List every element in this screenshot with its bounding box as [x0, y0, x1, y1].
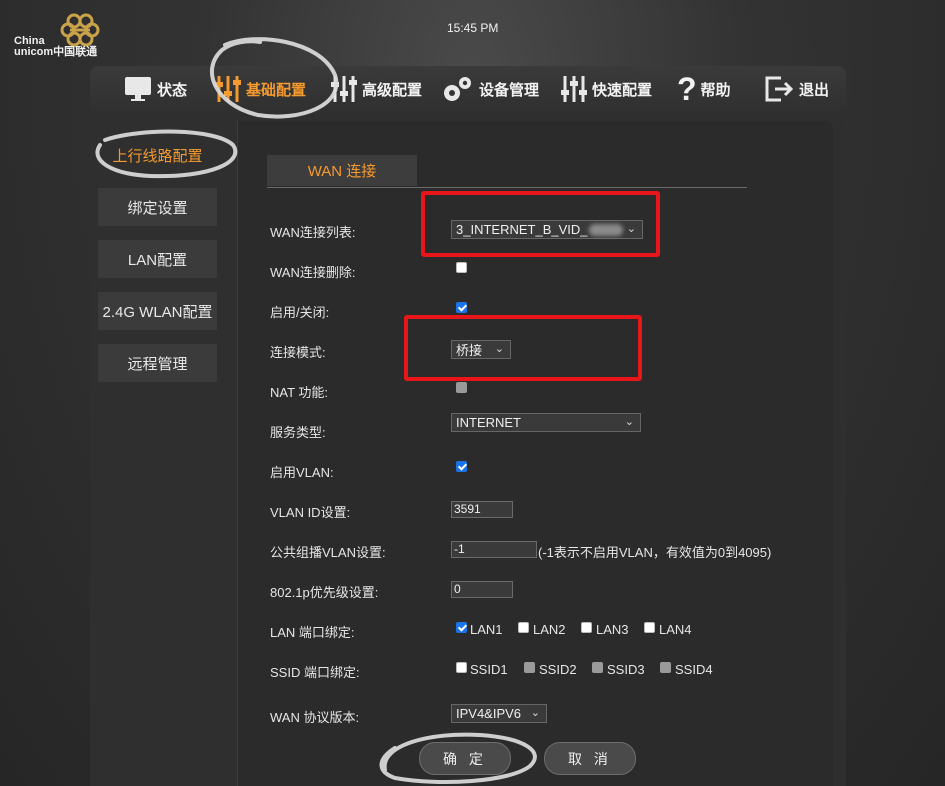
clock: 15:45 PM — [447, 21, 499, 35]
lan2-label: LAN2 — [533, 622, 566, 637]
tab-wan-connection[interactable]: WAN 连接 — [267, 155, 417, 186]
ip-version-select[interactable]: IPV4&IPV6 ⌄ — [451, 704, 547, 723]
wan-delete-label: WAN连接删除: — [270, 265, 356, 280]
nav-quick-config[interactable]: 快速配置 — [560, 72, 652, 106]
sliders-icon — [560, 74, 588, 104]
service-select[interactable]: INTERNET ⌄ — [451, 413, 641, 432]
sidebar-item-label: 上行线路配置 — [112, 147, 203, 165]
lan4-checkbox[interactable] — [644, 622, 655, 633]
brand-line2: unicom中国联通 — [14, 46, 98, 58]
lan4-label: LAN4 — [659, 622, 692, 637]
confirm-button[interactable]: 确 定 — [419, 742, 511, 775]
lan2-checkbox[interactable] — [518, 622, 529, 633]
sidebar-item-lan-config[interactable]: LAN配置 — [98, 240, 217, 278]
nav-quick-config-label: 快速配置 — [592, 81, 653, 99]
ssid-bind-label: SSID 端口绑定: — [270, 665, 360, 680]
annotation-box-wan-list — [421, 191, 660, 257]
lan-bind-label: LAN 端口绑定: — [270, 625, 355, 640]
nav-advanced-config[interactable]: 高级配置 — [330, 72, 422, 106]
vlan-id-label: VLAN ID设置: — [270, 505, 351, 520]
lan3-label: LAN3 — [596, 622, 629, 637]
sidebar-item-label: 绑定设置 — [127, 199, 188, 217]
tab-divider — [267, 187, 747, 188]
ssid1-label: SSID1 — [470, 662, 508, 677]
sidebar-item-label: LAN配置 — [127, 251, 188, 269]
sidebar-item-wlan-config[interactable]: 2.4G WLAN配置 — [98, 292, 217, 330]
mode-label: 连接模式: — [270, 345, 326, 360]
ssid3-checkbox[interactable] — [592, 662, 603, 673]
ssid4-label: SSID4 — [675, 662, 713, 677]
nav-device-management-label: 设备管理 — [479, 81, 540, 99]
sliders-icon — [214, 74, 242, 104]
mcast-vlan-input[interactable]: -1 — [451, 541, 537, 558]
nat-checkbox[interactable] — [456, 382, 467, 393]
service-value: INTERNET — [456, 415, 521, 430]
enable-checkbox[interactable] — [456, 302, 467, 313]
nav-help[interactable]: ? 帮助 — [677, 72, 731, 106]
lan1-label: LAN1 — [470, 622, 503, 637]
priority-input[interactable]: 0 — [451, 581, 513, 598]
nav-basic-config-label: 基础配置 — [246, 81, 307, 99]
sidebar-item-uplink-config[interactable]: 上行线路配置 — [98, 136, 217, 174]
monitor-icon — [123, 74, 153, 104]
vlan-id-input[interactable]: 3591 — [451, 501, 513, 518]
nav-logout[interactable]: 退出 — [763, 72, 829, 106]
gears-icon — [441, 74, 475, 104]
ip-version-label: WAN 协议版本: — [270, 710, 360, 725]
ssid1-checkbox[interactable] — [456, 662, 467, 673]
wan-delete-checkbox[interactable] — [456, 262, 467, 273]
mcast-vlan-hint: (-1表示不启用VLAN，有效值为0到4095) — [538, 545, 772, 560]
sliders-icon — [330, 74, 358, 104]
ssid2-label: SSID2 — [539, 662, 577, 677]
tab-label: WAN 连接 — [307, 163, 377, 180]
lan1-checkbox[interactable] — [456, 622, 467, 633]
question-icon: ? — [677, 71, 697, 107]
ssid4-checkbox[interactable] — [660, 662, 671, 673]
nav-status-label: 状态 — [157, 81, 188, 99]
nav-help-label: 帮助 — [700, 81, 731, 99]
sidebar-item-remote-management[interactable]: 远程管理 — [98, 344, 217, 382]
priority-label: 802.1p优先级设置: — [270, 585, 379, 600]
mcast-vlan-label: 公共组播VLAN设置: — [270, 545, 386, 560]
nat-label: NAT 功能: — [270, 385, 329, 400]
cancel-button[interactable]: 取 消 — [544, 742, 636, 775]
nav-advanced-config-label: 高级配置 — [362, 81, 423, 99]
vlan-enable-checkbox[interactable] — [456, 461, 467, 472]
nav-logout-label: 退出 — [799, 81, 830, 99]
sidebar-item-label: 远程管理 — [127, 355, 188, 373]
annotation-box-mode — [404, 315, 642, 381]
ip-version-value: IPV4&IPV6 — [456, 706, 522, 721]
lan3-checkbox[interactable] — [581, 622, 592, 633]
chevron-down-icon: ⌄ — [624, 416, 634, 428]
enable-label: 启用/关闭: — [270, 305, 330, 320]
nav-basic-config[interactable]: 基础配置 — [214, 72, 306, 106]
logout-icon — [763, 74, 795, 104]
wan-list-label: WAN连接列表: — [270, 225, 356, 240]
sidebar-item-binding[interactable]: 绑定设置 — [98, 188, 217, 226]
brand-text: China unicom中国联通 — [14, 36, 97, 58]
chevron-down-icon: ⌄ — [530, 707, 540, 719]
nav-status[interactable]: 状态 — [123, 72, 187, 106]
ssid3-label: SSID3 — [607, 662, 645, 677]
ssid2-checkbox[interactable] — [524, 662, 535, 673]
service-label: 服务类型: — [270, 425, 326, 440]
sidebar-item-label: 2.4G WLAN配置 — [102, 303, 213, 321]
vlan-enable-label: 启用VLAN: — [270, 465, 334, 480]
nav-device-management[interactable]: 设备管理 — [441, 72, 539, 106]
